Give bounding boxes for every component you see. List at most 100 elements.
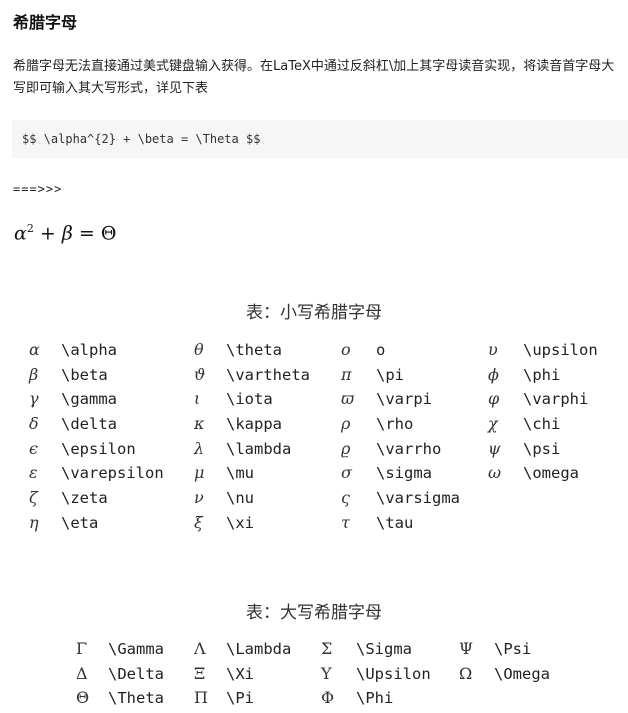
greek-symbol: η (29, 512, 39, 532)
latex-command: \kappa (226, 415, 282, 434)
greek-symbol: κ (194, 414, 205, 434)
latex-command (523, 486, 623, 511)
greek-symbol: ς (341, 488, 350, 508)
greek-symbol: Λ (194, 639, 206, 658)
latex-command: \varpi (376, 390, 432, 409)
latex-command: \psi (523, 439, 561, 458)
latex-command: \xi (226, 513, 254, 532)
greek-symbol (459, 686, 494, 711)
latex-command: \iota (226, 390, 273, 409)
latex-command: \vartheta (226, 365, 310, 384)
latex-command: \mu (226, 464, 254, 483)
greek-symbol: ν (194, 488, 204, 508)
greek-symbol: ϖ (341, 389, 355, 409)
greek-symbol: μ (194, 463, 205, 483)
greek-symbol: π (341, 364, 352, 384)
latex-command (494, 686, 574, 711)
greek-symbol: ϑ (194, 364, 206, 384)
latex-command: \tau (376, 513, 414, 532)
latex-command: \Upsilon (356, 664, 431, 683)
lowercase-table-caption: 表：小写希腊字母 (246, 303, 382, 323)
latex-command: \phi (523, 365, 561, 384)
latex-command: \zeta (61, 489, 108, 508)
greek-symbol: χ (488, 414, 498, 434)
latex-command: \Psi (494, 640, 532, 658)
uppercase-table-caption: 表：大写希腊字母 (246, 603, 382, 623)
formula-beta: β (61, 222, 73, 245)
greek-symbol: ξ (194, 512, 203, 532)
greek-symbol: Ω (459, 663, 473, 683)
latex-command: \Pi (226, 689, 254, 708)
greek-symbol: ψ (488, 438, 501, 458)
latex-command: \Sigma (356, 640, 412, 658)
greek-symbol (488, 511, 523, 536)
description-paragraph: 希腊字母无法直接通过美式键盘输入获得。在LaTeX中通过反斜杠\加上其字母读音实… (13, 59, 615, 96)
greek-symbol: δ (29, 414, 39, 434)
lowercase-greek-table: α \alpha θ \theta o o υ \upsilon β \beta ϑ \varthet… (0, 338, 623, 536)
latex-command: \lambda (226, 439, 292, 458)
greek-symbol: ϕ (488, 364, 499, 384)
greek-symbol: φ (488, 389, 500, 409)
greek-symbol: Ξ (194, 663, 206, 683)
greek-symbol: Φ (321, 688, 335, 708)
latex-command: \beta (61, 365, 108, 384)
latex-command: \varphi (523, 390, 589, 409)
latex-command: \Gamma (108, 640, 164, 658)
latex-command: \nu (226, 489, 254, 508)
formula-equals: = (72, 222, 101, 245)
greek-symbol: ζ (29, 488, 38, 508)
greek-symbol: γ (29, 389, 39, 409)
latex-command: \alpha (61, 341, 117, 359)
greek-symbol (488, 486, 523, 511)
uppercase-greek-table: Γ \Gamma Λ \Lambda Σ \Sigma Ψ \Psi Δ \Delta Ξ \Xi Υ \… (0, 637, 574, 711)
greek-symbol: ϵ (29, 438, 38, 458)
latex-command: \pi (376, 365, 404, 384)
formula-exponent: 2 (26, 222, 34, 235)
latex-command: \theta (226, 341, 282, 359)
latex-command: \Theta (108, 689, 164, 708)
greek-symbol: ι (194, 389, 201, 409)
latex-command (523, 511, 623, 536)
page-title: 希腊字母 (13, 13, 78, 32)
greek-symbol: Θ (76, 688, 90, 708)
latex-command: \Delta (108, 664, 164, 683)
greek-symbol: ρ (341, 414, 351, 434)
latex-command: \Phi (356, 689, 394, 708)
rendered-formula: α2 + β = Θ (14, 222, 116, 244)
formula-alpha: α (14, 222, 27, 245)
latex-command: \varsigma (376, 489, 460, 508)
latex-command: \gamma (61, 390, 117, 409)
latex-command: \sigma (376, 464, 432, 483)
code-block: $$ \alpha^{2} + \beta = \Theta $$ (12, 120, 628, 158)
greek-symbol: ω (488, 463, 502, 483)
greek-symbol: Γ (76, 639, 88, 658)
latex-command: \chi (523, 415, 561, 434)
latex-command: \eta (61, 513, 99, 532)
latex-command: \upsilon (523, 341, 598, 359)
formula-theta: Θ (100, 222, 117, 245)
greek-symbol: Π (194, 688, 208, 708)
greek-symbol: α (29, 340, 40, 359)
greek-symbol: υ (488, 340, 498, 359)
greek-symbol: Ψ (459, 639, 474, 658)
greek-symbol: ε (29, 463, 38, 483)
greek-symbol: β (29, 364, 39, 384)
greek-symbol: θ (194, 340, 204, 359)
latex-command: \varrho (376, 439, 442, 458)
greek-symbol: σ (341, 463, 352, 483)
greek-symbol: Υ (321, 663, 332, 683)
greek-symbol: o (341, 340, 351, 359)
greek-symbol: Δ (76, 663, 88, 683)
greek-symbol: λ (194, 438, 205, 458)
latex-command: o (376, 341, 386, 359)
greek-symbol: ϱ (341, 438, 351, 458)
arrow-text: ===>>> (13, 182, 63, 196)
latex-command: \omega (523, 464, 579, 483)
latex-command: \varepsilon (61, 464, 164, 483)
latex-command: \Lambda (226, 640, 292, 658)
latex-command: \Xi (226, 664, 254, 683)
latex-command: \epsilon (61, 439, 136, 458)
formula-plus: + (33, 222, 62, 245)
latex-command: \rho (376, 415, 414, 434)
latex-command: \Omega (494, 664, 550, 683)
